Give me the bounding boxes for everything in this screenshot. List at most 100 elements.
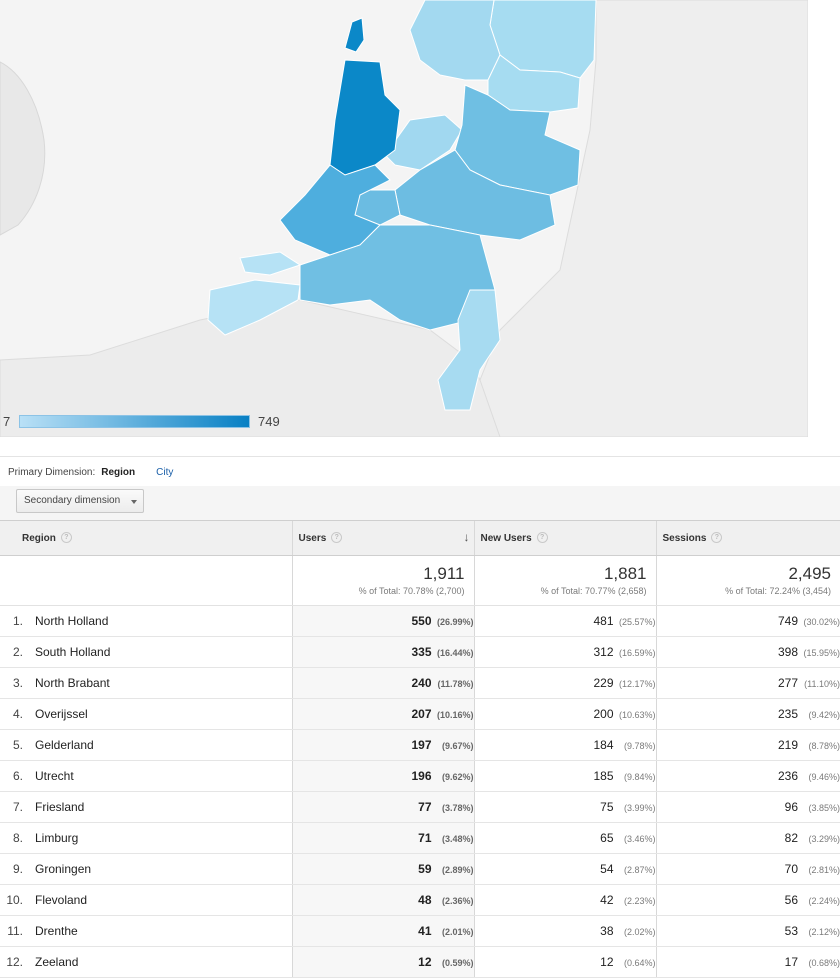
table-row[interactable]: 4. Overijssel 207 (10.16%) 200 (10.63%) 235 (9.…: [0, 698, 840, 730]
region-cell[interactable]: 10. Flevoland: [0, 884, 292, 916]
region-name-link[interactable]: Utrecht: [35, 769, 74, 783]
users-percent: (16.44%): [436, 648, 474, 658]
sessions-value: 235: [777, 707, 798, 721]
new-users-cell: 200 (10.63%): [473, 698, 656, 730]
help-icon[interactable]: ?: [60, 532, 72, 544]
row-number: 8.: [12, 831, 23, 845]
users-cell: 77 (3.78%): [291, 791, 474, 823]
map-region-north-holland-island[interactable]: [344, 17, 365, 53]
region-name-link[interactable]: Limburg: [35, 831, 78, 845]
new-users-value: 12: [600, 955, 614, 969]
region-cell[interactable]: 9. Groningen: [0, 853, 292, 885]
sessions-value: 219: [777, 738, 798, 752]
primary-dimension-label: Primary Dimension:: [8, 466, 96, 478]
legend-max: 749: [258, 413, 280, 429]
table-row[interactable]: 8. Limburg 71 (3.48%) 65 (3.46%) 82 (3.29%): [0, 822, 840, 854]
users-cell: 59 (2.89%): [291, 853, 474, 885]
region-map[interactable]: 7 749: [0, 0, 808, 437]
region-cell[interactable]: 1. North Holland: [0, 605, 292, 637]
secondary-dimension-button[interactable]: Secondary dimension: [16, 489, 144, 513]
region-cell[interactable]: 2. South Holland: [0, 636, 292, 668]
sessions-percent: (9.42%): [808, 710, 840, 720]
region-cell[interactable]: 7. Friesland: [0, 791, 292, 823]
users-percent: (2.01%): [441, 927, 474, 937]
map-region-zeeland-islands[interactable]: [239, 251, 302, 276]
users-cell: 197 (9.67%): [291, 729, 474, 761]
new-users-percent: (0.64%): [623, 958, 656, 968]
row-number: 3.: [12, 676, 23, 690]
region-table: Region? Users? ↓ New Users? Sessions? 1,…: [0, 520, 840, 978]
new-users-value: 185: [593, 769, 614, 783]
table-row[interactable]: 7. Friesland 77 (3.78%) 75 (3.99%) 96 (3.85%): [0, 791, 840, 823]
sessions-value: 277: [777, 676, 798, 690]
table-row[interactable]: 1. North Holland 550 (26.99%) 481 (25.57%) 749…: [0, 605, 840, 637]
users-value: 12: [418, 955, 432, 969]
new-users-value: 229: [593, 676, 614, 690]
region-name-link[interactable]: Flevoland: [35, 893, 87, 907]
new-users-value: 42: [600, 893, 614, 907]
region-name-link[interactable]: Zeeland: [35, 955, 78, 969]
sessions-cell: 235 (9.42%): [655, 698, 840, 730]
sessions-percent: (2.12%): [808, 927, 840, 937]
map-legend: 7 749: [0, 412, 280, 430]
new-users-percent: (10.63%): [618, 710, 656, 720]
region-name-link[interactable]: South Holland: [35, 645, 110, 659]
row-number: 6.: [12, 769, 23, 783]
new-users-cell: 184 (9.78%): [473, 729, 656, 761]
table-row[interactable]: 3. North Brabant 240 (11.78%) 229 (12.17%) 277…: [0, 667, 840, 699]
region-cell[interactable]: 4. Overijssel: [0, 698, 292, 730]
help-icon[interactable]: ?: [711, 532, 723, 544]
region-name-link[interactable]: North Brabant: [35, 676, 110, 690]
table-row[interactable]: 6. Utrecht 196 (9.62%) 185 (9.84%) 236 (9.46%): [0, 760, 840, 792]
dimension-city-link[interactable]: City: [156, 467, 173, 478]
column-header-new-users[interactable]: New Users?: [473, 520, 656, 556]
table-row[interactable]: 11. Drenthe 41 (2.01%) 38 (2.02%) 53 (2.12%): [0, 915, 840, 947]
new-users-percent: (9.84%): [623, 772, 656, 782]
row-number: 10.: [6, 893, 23, 907]
column-header-region[interactable]: Region?: [0, 520, 292, 556]
new-users-cell: 481 (25.57%): [473, 605, 656, 637]
caret-down-icon: [131, 500, 137, 504]
table-row[interactable]: 10. Flevoland 48 (2.36%) 42 (2.23%) 56 (2.24%): [0, 884, 840, 916]
help-icon[interactable]: ?: [331, 532, 343, 544]
map-region-friesland[interactable]: [409, 0, 501, 81]
table-row[interactable]: 2. South Holland 335 (16.44%) 312 (16.59%) 398…: [0, 636, 840, 668]
region-cell[interactable]: 6. Utrecht: [0, 760, 292, 792]
region-name-link[interactable]: Friesland: [35, 800, 84, 814]
region-cell[interactable]: 11. Drenthe: [0, 915, 292, 947]
sessions-percent: (2.81%): [808, 865, 840, 875]
new-users-percent: (3.99%): [623, 803, 656, 813]
region-cell[interactable]: 5. Gelderland: [0, 729, 292, 761]
users-cell: 41 (2.01%): [291, 915, 474, 947]
help-icon[interactable]: ?: [536, 532, 548, 544]
table-row[interactable]: 9. Groningen 59 (2.89%) 54 (2.87%) 70 (2.81%): [0, 853, 840, 885]
sessions-value: 749: [777, 614, 798, 628]
users-cell: 240 (11.78%): [291, 667, 474, 699]
users-value: 196: [411, 769, 432, 783]
sessions-value: 96: [784, 800, 798, 814]
users-value: 77: [418, 800, 432, 814]
users-cell: 48 (2.36%): [291, 884, 474, 916]
region-name-link[interactable]: Gelderland: [35, 738, 94, 752]
region-cell[interactable]: 3. North Brabant: [0, 667, 292, 699]
sessions-percent: (3.29%): [808, 834, 840, 844]
dimension-region[interactable]: Region: [101, 467, 135, 478]
column-header-sessions[interactable]: Sessions?: [655, 520, 840, 556]
new-users-percent: (16.59%): [618, 648, 656, 658]
new-users-percent: (25.57%): [618, 617, 656, 627]
region-name-link[interactable]: Overijssel: [35, 707, 88, 721]
sessions-percent: (30.02%): [803, 617, 840, 627]
region-name-link[interactable]: North Holland: [35, 614, 108, 628]
table-row[interactable]: 5. Gelderland 197 (9.67%) 184 (9.78%) 219 (8.78…: [0, 729, 840, 761]
new-users-value: 481: [593, 614, 614, 628]
column-header-users[interactable]: Users? ↓: [291, 520, 474, 556]
sessions-value: 70: [784, 862, 798, 876]
users-value: 71: [418, 831, 432, 845]
region-name-link[interactable]: Drenthe: [35, 924, 78, 938]
sessions-cell: 749 (30.02%): [655, 605, 840, 637]
region-cell[interactable]: 8. Limburg: [0, 822, 292, 854]
region-name-link[interactable]: Groningen: [35, 862, 91, 876]
netherlands-map: [0, 0, 808, 437]
sort-descending-icon[interactable]: ↓: [464, 530, 470, 544]
sessions-value: 398: [777, 645, 798, 659]
